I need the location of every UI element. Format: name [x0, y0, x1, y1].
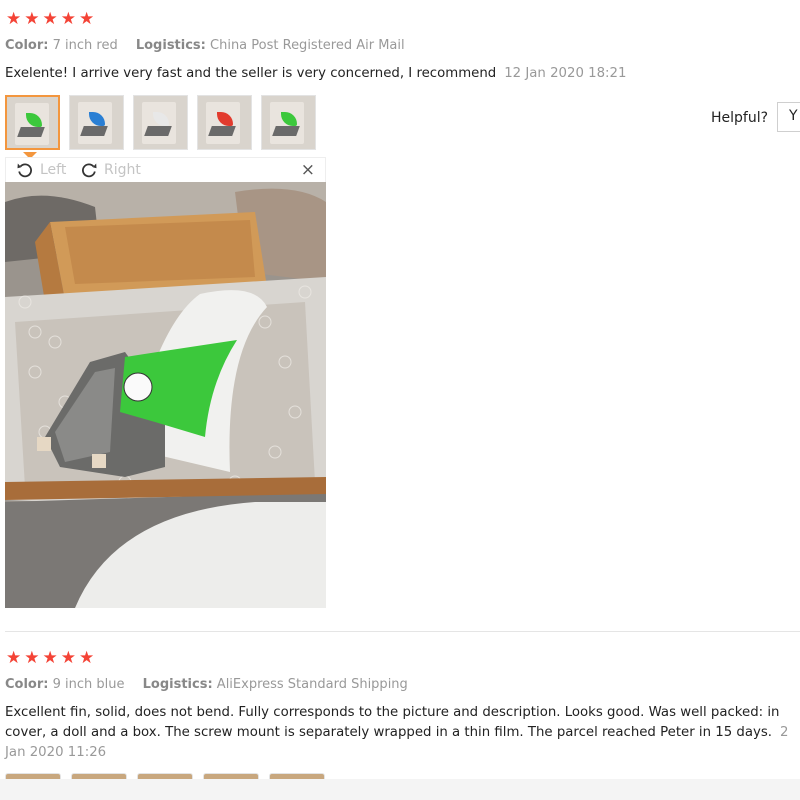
review-text: Exelente! I arrive very fast and the sel…: [5, 66, 626, 81]
review-date: 2: [780, 725, 789, 740]
review-meta: Color: 7 inch red Logistics: China Post …: [5, 38, 405, 53]
photo-thumbnail[interactable]: [197, 95, 252, 150]
rotate-left-button[interactable]: Left: [16, 161, 66, 179]
close-icon[interactable]: ×: [301, 160, 315, 180]
rating-stars: ★ ★ ★ ★ ★: [6, 650, 94, 667]
logistics-label: Logistics:: [135, 38, 206, 53]
star-icon: ★: [6, 9, 22, 29]
helpful-yes-button[interactable]: Y: [777, 102, 800, 132]
rotate-left-icon: [17, 163, 32, 178]
rating-stars: ★ ★ ★ ★ ★: [6, 11, 94, 28]
star-icon: ★: [79, 648, 95, 668]
star-icon: ★: [24, 648, 40, 668]
logistics-label: Logistics:: [142, 677, 213, 692]
star-icon: ★: [24, 9, 40, 29]
review-meta: Color: 9 inch blue Logistics: AliExpress…: [5, 677, 408, 692]
rotate-left-label: Left: [40, 162, 67, 178]
star-icon: ★: [6, 648, 22, 668]
helpful-label: Helpful?: [711, 110, 769, 126]
review-photo: [5, 182, 326, 608]
review-date: Jan 2020 11:26: [5, 745, 107, 760]
star-icon: ★: [79, 9, 95, 29]
review-date: 12 Jan 2020 18:21: [504, 66, 627, 81]
photo-thumbnail[interactable]: [5, 95, 60, 150]
color-value: 9 inch blue: [52, 677, 125, 692]
rotate-right-label: Right: [104, 162, 141, 178]
photo-thumbnail[interactable]: [133, 95, 188, 150]
photo-viewer-toolbar: Left Right ×: [5, 157, 326, 182]
review-body-line-2: cover, a doll and a box. The screw mount…: [5, 725, 773, 740]
rotate-right-button[interactable]: Right: [80, 161, 141, 179]
photo-thumbnails: [5, 95, 316, 150]
review-body: Exelente! I arrive very fast and the sel…: [5, 66, 497, 81]
photo-thumbnail[interactable]: [261, 95, 316, 150]
review-divider: [5, 631, 800, 632]
star-icon: ★: [42, 9, 58, 29]
logistics-value: AliExpress Standard Shipping: [216, 677, 408, 692]
color-label: Color:: [5, 38, 49, 53]
rotate-right-icon: [82, 163, 97, 178]
star-icon: ★: [42, 648, 58, 668]
star-icon: ★: [60, 648, 76, 668]
color-value: 7 inch red: [52, 38, 118, 53]
photo-thumbnail[interactable]: [69, 95, 124, 150]
color-label: Color:: [5, 677, 49, 692]
review-body-line: Excellent fin, solid, does not bend. Ful…: [5, 705, 780, 720]
logistics-value: China Post Registered Air Mail: [210, 38, 405, 53]
star-icon: ★: [60, 9, 76, 29]
bottom-bar: [0, 779, 800, 800]
review-body-line: cover, a doll and a box. The screw mount…: [5, 725, 789, 740]
